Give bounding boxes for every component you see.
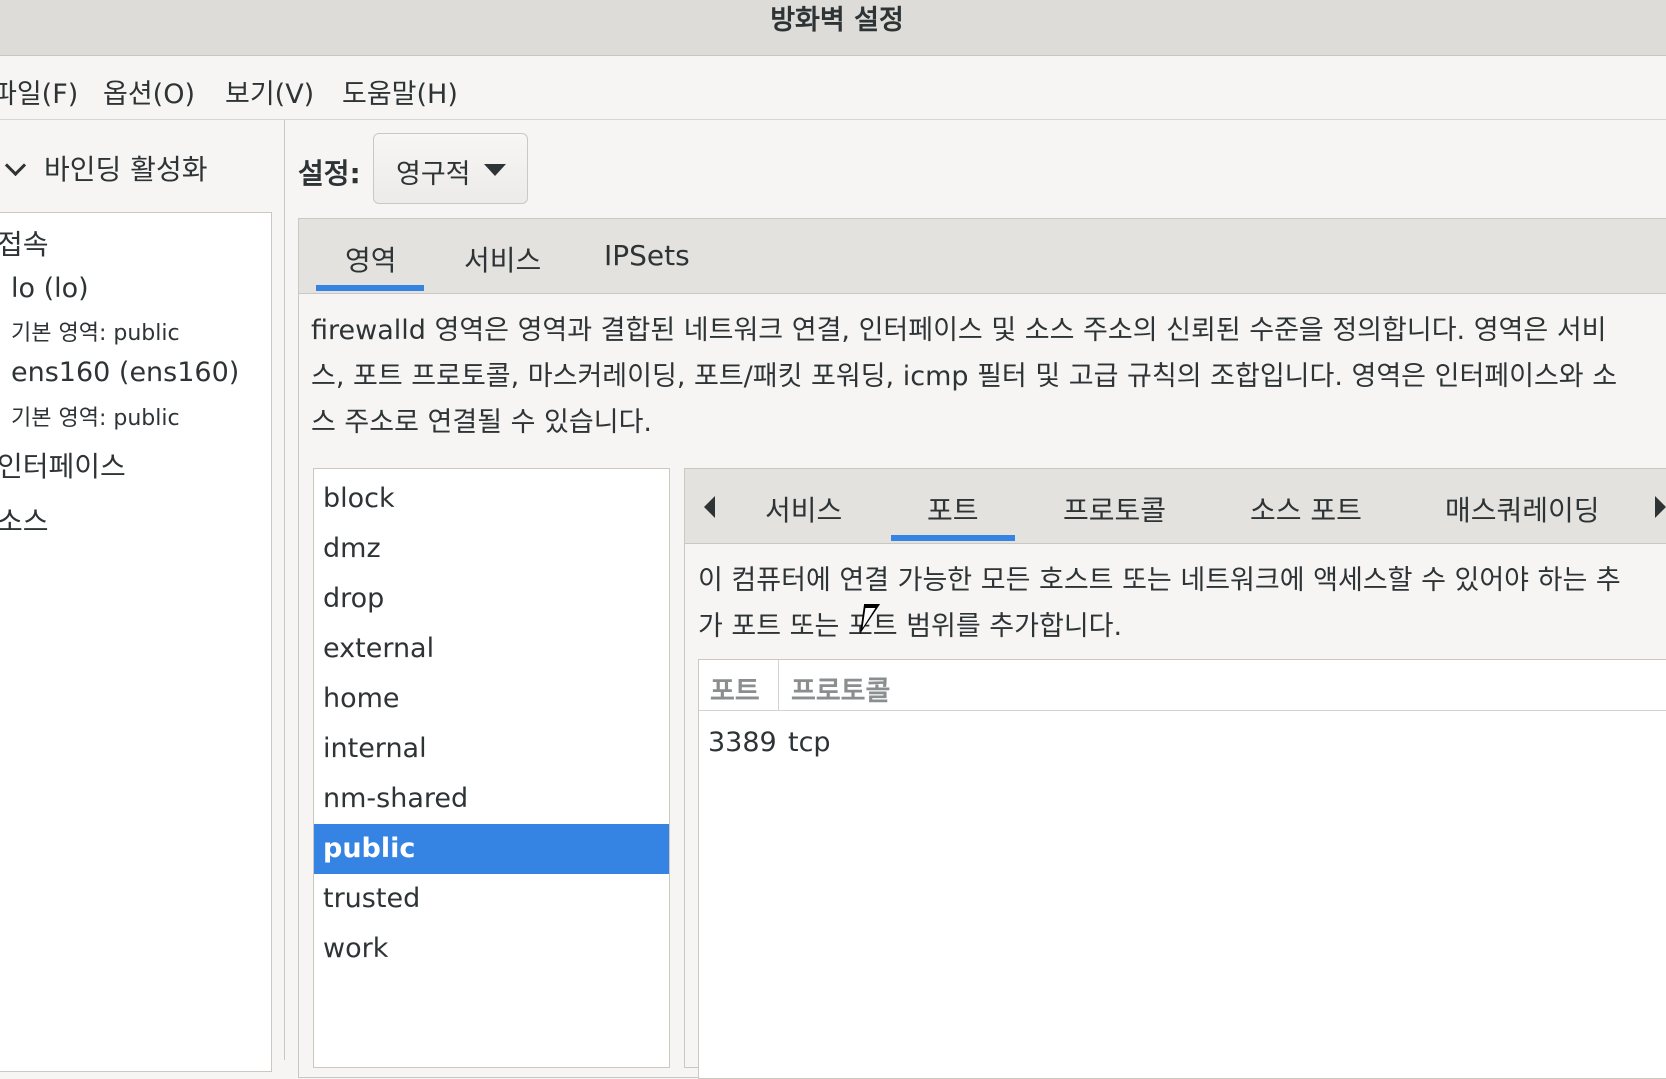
connections-header: 접속 <box>0 228 49 261</box>
port-cell: 3389 <box>708 727 777 758</box>
configuration-label: 설정: <box>298 157 361 190</box>
tab-ipsets[interactable]: IPSets <box>604 239 690 272</box>
menu-bar: 파일(F) 옵션(O) 보기(V) 도움말(H) <box>0 56 1666 120</box>
bindings-list: 접속 lo (lo) 기본 영역: public ens160 (ens160)… <box>0 212 272 1072</box>
column-divider <box>778 660 779 710</box>
tab-zones[interactable]: 영역 <box>345 239 397 279</box>
configuration-dropdown[interactable]: 영구적 <box>373 133 528 204</box>
zone-item-block[interactable]: block <box>314 474 669 524</box>
binding-expander[interactable]: 바인딩 활성화 <box>0 148 280 188</box>
dropdown-arrow-icon <box>484 164 506 176</box>
zone-item-work[interactable]: work <box>314 924 669 974</box>
menu-options[interactable]: 옵션(O) <box>103 72 195 111</box>
zone-tab-source-ports[interactable]: 소스 포트 <box>1250 489 1362 529</box>
connection-zone: 기본 영역: public <box>11 406 180 431</box>
menu-help[interactable]: 도움말(H) <box>342 72 458 111</box>
zone-item-dmz[interactable]: dmz <box>314 524 669 574</box>
pane-divider[interactable] <box>284 120 285 1060</box>
ports-table[interactable]: 포트 프로토콜 3389 tcp <box>698 659 1666 1079</box>
zone-tab-ports[interactable]: 포트 <box>927 489 979 529</box>
zone-tab-strip: 서비스 포트 프로토콜 소스 포트 매스쿼레이딩 <box>685 469 1666 544</box>
configuration-value: 영구적 <box>396 159 471 190</box>
interfaces-header[interactable]: 인터페이스 <box>0 445 126 485</box>
main-tab-strip: 영역 서비스 IPSets <box>299 219 1666 294</box>
zone-tab-masquerading[interactable]: 매스쿼레이딩 <box>1445 489 1600 529</box>
connection-zone: 기본 영역: public <box>11 321 180 346</box>
chevron-down-icon <box>4 154 27 177</box>
zone-item-nm-shared[interactable]: nm-shared <box>314 774 669 824</box>
zone-tab-protocols[interactable]: 프로토콜 <box>1063 489 1166 529</box>
zone-tab-services[interactable]: 서비스 <box>765 489 842 529</box>
active-tab-indicator <box>316 285 424 291</box>
zone-item-trusted[interactable]: trusted <box>314 874 669 924</box>
zone-item-home[interactable]: home <box>314 674 669 724</box>
column-header-port[interactable]: 포트 <box>710 669 760 708</box>
zones-list: block dmz drop external home internal nm… <box>313 468 670 1068</box>
active-zone-tab-indicator <box>891 535 1015 541</box>
sources-header[interactable]: 소스 <box>0 500 49 540</box>
zone-item-internal[interactable]: internal <box>314 724 669 774</box>
connection-name: ens160 (ens160) <box>11 357 240 388</box>
zone-item-external[interactable]: external <box>314 624 669 674</box>
zone-item-public[interactable]: public <box>314 824 669 874</box>
title-bar: 방화벽 설정 <box>0 0 1666 56</box>
table-header: 포트 프로토콜 <box>699 660 1666 711</box>
binding-label: 바인딩 활성화 <box>44 153 208 186</box>
scroll-left-icon[interactable] <box>704 496 715 518</box>
column-header-protocol[interactable]: 프로토콜 <box>791 669 890 708</box>
window-title: 방화벽 설정 <box>770 5 904 36</box>
tab-services[interactable]: 서비스 <box>464 239 541 279</box>
zone-item-drop[interactable]: drop <box>314 574 669 624</box>
menu-file[interactable]: 파일(F) <box>0 72 78 111</box>
protocol-cell: tcp <box>788 727 831 758</box>
menu-view[interactable]: 보기(V) <box>225 72 314 111</box>
scroll-right-icon[interactable] <box>1655 496 1666 518</box>
connection-name: lo (lo) <box>11 273 89 304</box>
